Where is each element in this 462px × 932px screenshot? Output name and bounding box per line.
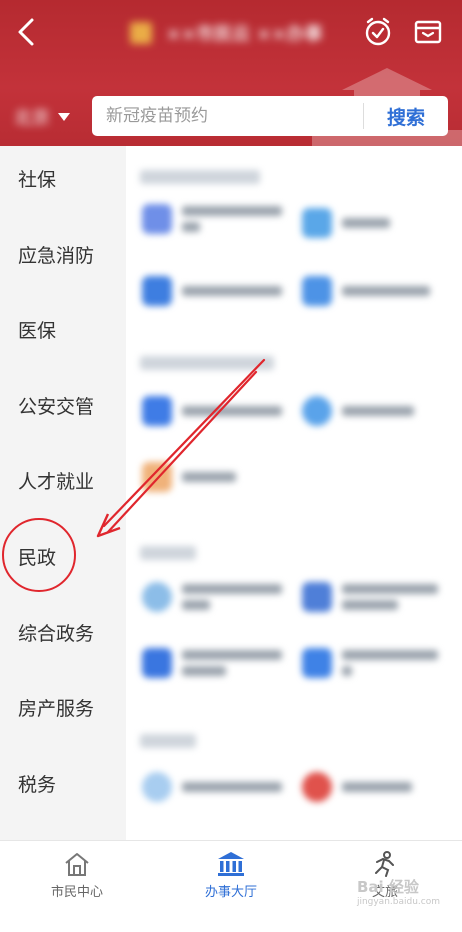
blurred-title: ××市民云 ××办事 — [130, 18, 323, 48]
alarm-clock-icon[interactable] — [362, 16, 394, 48]
section-title — [140, 170, 260, 184]
watermark-text: Bai 经验 — [356, 878, 419, 896]
service-item[interactable] — [142, 462, 236, 492]
service-item[interactable] — [302, 208, 390, 238]
service-item[interactable] — [142, 582, 282, 612]
service-item[interactable] — [302, 582, 438, 612]
service-icon — [142, 396, 172, 426]
services-panel — [126, 146, 462, 840]
government-building-icon — [218, 852, 244, 876]
section-title — [140, 356, 274, 370]
sidebar-item-medical-insurance[interactable]: 医保 — [0, 299, 126, 359]
page-title: ××市民云 ××办事 — [166, 24, 323, 45]
app-logo-icon — [130, 22, 152, 44]
service-item[interactable] — [302, 276, 430, 306]
card-wallet-icon[interactable] — [412, 16, 444, 48]
service-item[interactable] — [142, 396, 282, 426]
service-icon — [302, 772, 332, 802]
city-name: 北京 — [14, 108, 50, 129]
service-icon — [142, 276, 172, 306]
sidebar-item-label: 社保 — [18, 168, 57, 191]
back-arrow-icon[interactable] — [12, 14, 44, 50]
sidebar-item-label: 房产服务 — [18, 697, 95, 720]
service-icon — [142, 462, 172, 492]
service-icon — [302, 396, 332, 426]
search-input[interactable] — [92, 96, 363, 136]
sidebar-item-label: 综合政务 — [18, 622, 95, 645]
sidebar-item-housing[interactable]: 房产服务 — [0, 677, 126, 737]
service-item[interactable] — [142, 648, 282, 678]
sidebar-item-emergency-fire[interactable]: 应急消防 — [0, 224, 126, 284]
tab-label: 办事大厅 — [204, 885, 257, 900]
section-title — [140, 734, 196, 748]
category-sidebar: 社保 应急消防 医保 公安交管 人才就业 民政 综合政务 房产服务 税务 — [0, 146, 126, 840]
sidebar-item-general-affairs[interactable]: 综合政务 — [0, 602, 126, 662]
service-icon — [142, 204, 172, 234]
tab-citizen-center[interactable]: 市民中心 — [0, 841, 154, 932]
sidebar-item-social-security[interactable]: 社保 — [0, 148, 126, 208]
sidebar-item-tax[interactable]: 税务 — [0, 753, 126, 813]
service-icon — [302, 648, 332, 678]
app-header: ××市民云 ××办事 北京 搜索 — [0, 0, 462, 146]
service-icon — [142, 648, 172, 678]
running-person-icon — [375, 851, 394, 877]
search-button[interactable]: 搜索 — [364, 103, 448, 130]
sidebar-item-label: 应急消防 — [18, 244, 95, 267]
service-item[interactable] — [302, 772, 412, 802]
watermark-url: jingyan.baidu.com — [356, 897, 440, 907]
sidebar-item-label: 医保 — [18, 319, 57, 342]
service-icon — [142, 772, 172, 802]
baidu-jingyan-watermark: Bai 经验 jingyan.baidu.com — [357, 876, 440, 907]
blurred-content — [126, 146, 462, 840]
service-icon — [302, 582, 332, 612]
service-item[interactable] — [142, 772, 282, 802]
sidebar-item-police-traffic[interactable]: 公安交管 — [0, 375, 126, 435]
section-title — [140, 546, 196, 560]
tab-label: 市民中心 — [50, 885, 103, 900]
home-icon — [65, 853, 89, 876]
service-icon — [302, 208, 332, 238]
sidebar-item-label: 人才就业 — [18, 470, 95, 493]
city-selector[interactable]: 北京 — [14, 104, 70, 130]
annotation-circle — [2, 518, 76, 592]
service-item[interactable] — [142, 204, 282, 234]
service-icon — [142, 582, 172, 612]
service-item[interactable] — [142, 276, 282, 306]
search-bar: 搜索 — [92, 96, 448, 136]
tab-service-hall[interactable]: 办事大厅 — [154, 841, 308, 932]
caret-down-icon — [58, 113, 70, 121]
service-item[interactable] — [302, 648, 438, 678]
sidebar-item-talent-employment[interactable]: 人才就业 — [0, 450, 126, 510]
service-icon — [302, 276, 332, 306]
sidebar-item-label: 公安交管 — [18, 395, 95, 418]
service-item[interactable] — [302, 396, 414, 426]
sidebar-item-label: 税务 — [18, 773, 57, 796]
